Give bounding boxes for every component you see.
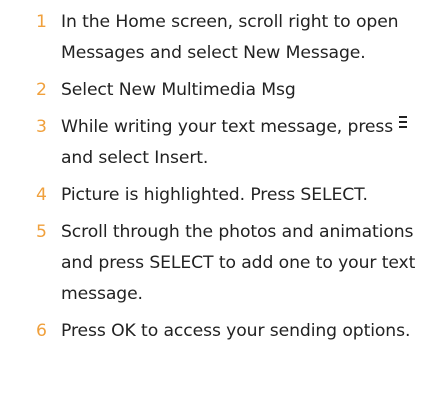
- step-3: 3 While writing your text message, press…: [0, 112, 440, 174]
- step-number: 1: [36, 12, 47, 32]
- step-text: Scroll through the photos and animations…: [61, 222, 416, 304]
- step-text-after-icon: and select Insert.: [61, 148, 209, 168]
- step-1: 1 In the Home screen, scroll right to op…: [0, 7, 440, 69]
- step-4: 4 Picture is highlighted. Press SELECT.: [0, 180, 440, 211]
- step-number: 5: [36, 222, 47, 242]
- step-text: In the Home screen, scroll right to open…: [61, 12, 399, 63]
- step-text: Picture is highlighted. Press SELECT.: [61, 185, 368, 205]
- step-number: 6: [36, 321, 47, 341]
- step-text-before-icon: While writing your text message, press: [61, 117, 394, 137]
- step-text: Select New Multimedia Msg: [61, 80, 296, 100]
- menu-icon: [399, 116, 409, 130]
- step-text: Press OK to access your sending options.: [61, 321, 411, 341]
- step-number: 2: [36, 80, 47, 100]
- step-number: 3: [36, 117, 47, 137]
- step-number: 4: [36, 185, 47, 205]
- step-2: 2 Select New Multimedia Msg: [0, 75, 440, 106]
- instruction-steps: 1 In the Home screen, scroll right to op…: [0, 0, 440, 347]
- step-6: 6 Press OK to access your sending option…: [0, 316, 440, 347]
- step-5: 5 Scroll through the photos and animatio…: [0, 217, 440, 310]
